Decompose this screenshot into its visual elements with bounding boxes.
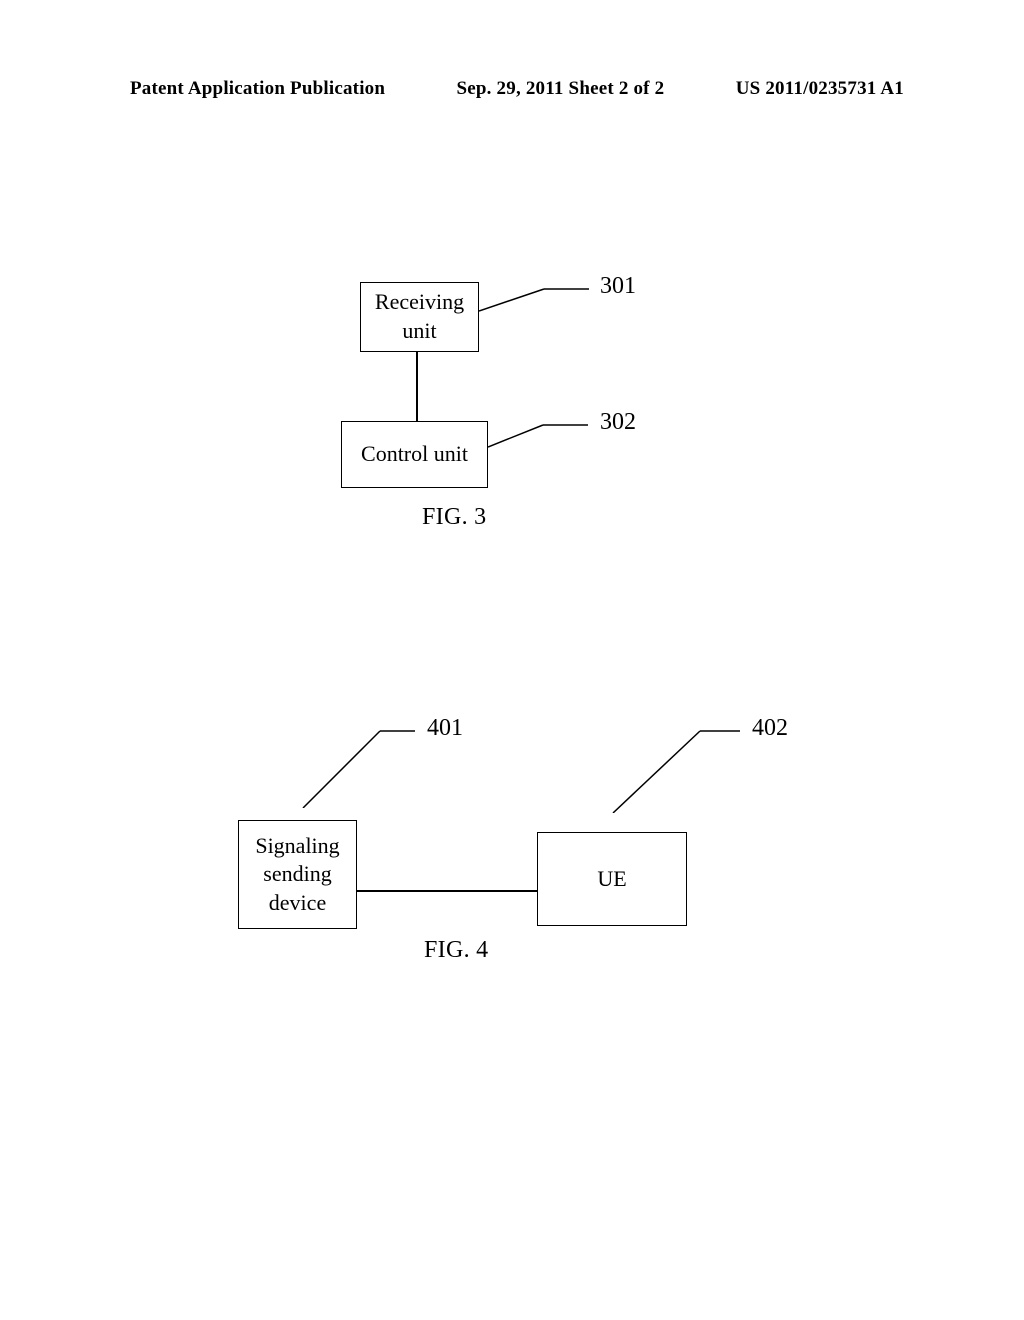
fig4-ue-label: UE [597, 865, 626, 894]
fig3-receiving-unit-label: Receiving unit [361, 288, 478, 345]
header-pub-number: US 2011/0235731 A1 [736, 78, 904, 100]
fig4-signaling-device-box: Signaling sending device [238, 820, 357, 929]
header-date-sheet: Sep. 29, 2011 Sheet 2 of 2 [456, 78, 664, 100]
fig3-leader-301 [479, 286, 589, 316]
fig3-ref-302: 302 [600, 409, 636, 436]
fig4-leader-401 [300, 728, 415, 808]
page-header: Patent Application Publication Sep. 29, … [0, 78, 1024, 100]
fig4-leader-402 [610, 728, 740, 813]
header-publication: Patent Application Publication [130, 78, 385, 100]
fig3-ref-301: 301 [600, 273, 636, 300]
fig4-ref-402: 402 [752, 715, 788, 742]
fig4-ref-401: 401 [427, 715, 463, 742]
fig3-control-unit-box: Control unit [341, 421, 488, 488]
fig4-caption: FIG. 4 [424, 937, 488, 964]
fig3-caption: FIG. 3 [422, 504, 486, 531]
fig4-ue-box: UE [537, 832, 687, 926]
fig4-signaling-device-label: Signaling sending device [239, 832, 356, 918]
fig3-connector [416, 352, 418, 421]
fig4-connector [357, 890, 537, 892]
fig3-receiving-unit-box: Receiving unit [360, 282, 479, 352]
fig3-control-unit-label: Control unit [361, 440, 468, 469]
fig3-leader-302 [488, 422, 588, 452]
